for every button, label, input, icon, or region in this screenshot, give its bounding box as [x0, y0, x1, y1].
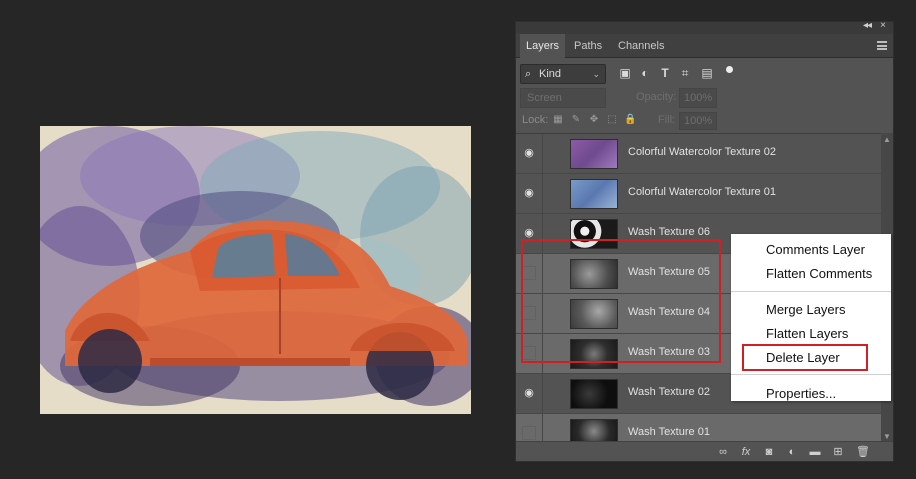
scroll-up-icon[interactable]: ▲ — [883, 135, 891, 144]
lock-artboard-icon[interactable]: ⬚ — [606, 114, 618, 126]
menu-item-comments-layer[interactable]: Comments Layer — [766, 242, 865, 257]
context-menu: Comments Layer Flatten Comments Merge La… — [731, 234, 891, 401]
fx-icon[interactable]: fx — [739, 445, 753, 459]
filter-kind-label: Kind — [539, 68, 562, 80]
layer-name: Wash Texture 06 — [628, 226, 710, 238]
adjustment-icon[interactable]: ◐ — [785, 445, 799, 459]
visibility-eye-icon[interactable]: ◉ — [522, 146, 536, 160]
lock-position-icon[interactable]: ✥ — [588, 114, 600, 126]
blend-mode-select[interactable]: Screen — [520, 88, 606, 108]
fill-label: Fill: — [658, 114, 676, 126]
close-panel-icon[interactable]: × — [880, 20, 886, 31]
chevron-down-icon: ⌄ — [592, 69, 600, 79]
lock-transparent-icon[interactable]: ▦ — [552, 114, 564, 126]
menu-separator — [731, 291, 891, 292]
menu-item-properties[interactable]: Properties... — [766, 386, 836, 401]
smart-object-filter-icon[interactable]: ▤ — [700, 66, 714, 80]
divider — [542, 374, 543, 414]
adjustment-filter-icon[interactable]: ◐ — [638, 66, 652, 80]
layer-thumbnail — [570, 179, 618, 209]
lock-all-icon[interactable]: 🔒 — [624, 114, 636, 126]
layer-row[interactable]: ◉ Colorful Watercolor Texture 02 — [516, 134, 883, 174]
layers-bottom-bar: ∞ fx ◙ ◐ ▬ ⊞ 🗑 — [516, 441, 893, 461]
opacity-field[interactable]: 100% — [679, 88, 717, 108]
image-filter-icon[interactable]: ▣ — [618, 66, 632, 80]
layer-thumbnail — [570, 139, 618, 169]
tab-paths[interactable]: Paths — [568, 34, 608, 58]
divider — [542, 174, 543, 214]
visibility-toggle-empty[interactable] — [522, 426, 536, 440]
delete-layer-highlight — [742, 344, 868, 371]
search-icon: ⌕ — [525, 68, 532, 80]
layer-row[interactable]: ◉ Colorful Watercolor Texture 01 — [516, 174, 883, 214]
visibility-eye-icon[interactable]: ◉ — [522, 386, 536, 400]
layer-name: Colorful Watercolor Texture 01 — [628, 186, 776, 198]
filter-kind-select[interactable]: ⌕ Kind ⌄ — [520, 64, 606, 84]
shape-filter-icon[interactable]: ⌗ — [678, 66, 692, 80]
trash-icon[interactable]: 🗑 — [856, 445, 870, 459]
panel-menu-icon[interactable] — [877, 41, 887, 50]
layer-name: Colorful Watercolor Texture 02 — [628, 146, 776, 158]
blend-row: Screen Opacity: 100% — [520, 88, 890, 108]
divider — [542, 134, 543, 174]
tab-layers[interactable]: Layers — [520, 34, 566, 58]
layer-name: Wash Texture 02 — [628, 386, 710, 398]
visibility-eye-icon[interactable]: ◉ — [522, 226, 536, 240]
folder-icon[interactable]: ▬ — [808, 445, 822, 459]
layer-name: Wash Texture 01 — [628, 426, 710, 438]
menu-item-flatten-comments[interactable]: Flatten Comments — [766, 266, 872, 281]
lock-image-icon[interactable]: ✎ — [570, 114, 582, 126]
layer-thumbnail — [570, 379, 618, 409]
menu-item-merge-layers[interactable]: Merge Layers — [766, 302, 845, 317]
filter-toggle-icon[interactable] — [726, 66, 733, 73]
mask-icon[interactable]: ◙ — [762, 445, 776, 459]
type-filter-icon[interactable]: T — [658, 66, 672, 80]
layer-row[interactable]: Wash Texture 01 — [516, 414, 883, 443]
layer-thumbnail — [570, 419, 618, 443]
lock-row: Lock: ▦ ✎ ✥ ⬚ 🔒 Fill: 100% — [520, 112, 890, 130]
selected-layers-highlight — [521, 239, 721, 363]
new-layer-icon[interactable]: ⊞ — [831, 445, 845, 459]
opacity-label: Opacity: — [636, 91, 677, 103]
visibility-eye-icon[interactable]: ◉ — [522, 186, 536, 200]
collapse-panel-icon[interactable]: ◂◂ — [863, 20, 872, 31]
panel-title-bar: ◂◂ × — [516, 20, 893, 34]
canvas-artwork — [40, 126, 471, 414]
link-icon[interactable]: ∞ — [716, 445, 730, 459]
panel-tabs: Layers Paths Channels — [516, 34, 893, 58]
layer-filter-row: ⌕ Kind ⌄ ▣ ◐ T ⌗ ▤ — [520, 64, 890, 84]
tab-channels[interactable]: Channels — [612, 34, 670, 58]
menu-item-flatten-layers[interactable]: Flatten Layers — [766, 326, 848, 341]
lock-label: Lock: — [522, 114, 549, 126]
scroll-down-icon[interactable]: ▼ — [883, 432, 891, 441]
menu-separator — [731, 374, 891, 375]
fill-field[interactable]: 100% — [679, 112, 717, 130]
watercolor-car-image — [40, 126, 471, 414]
divider — [542, 414, 543, 443]
